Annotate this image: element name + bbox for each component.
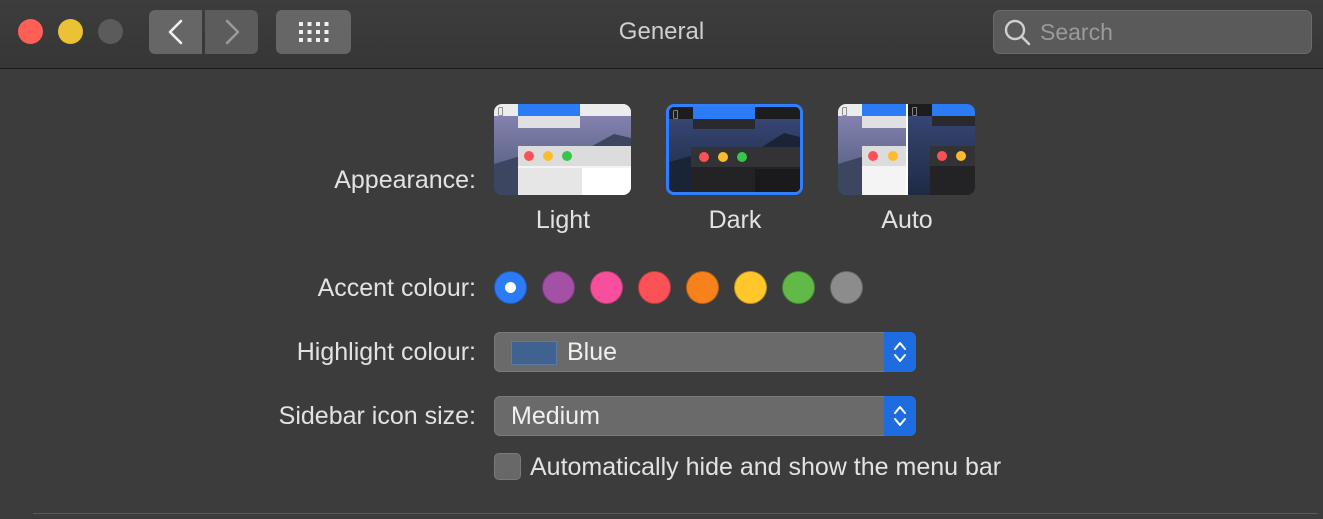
search-input[interactable] [1038, 17, 1302, 47]
sidebar-icon-size-popup[interactable]: Medium [494, 396, 916, 436]
search-field[interactable] [993, 10, 1312, 54]
accent-colour-red[interactable] [638, 271, 671, 304]
appearance-light-label: Light [535, 206, 591, 234]
svg-text::  [498, 107, 503, 117]
appearance-light-option[interactable]:  [494, 104, 631, 195]
accent-colour-graphite[interactable] [830, 271, 863, 304]
search-icon [1004, 19, 1031, 46]
accent-colour-purple[interactable] [542, 271, 575, 304]
dark-preview-image:  [669, 107, 800, 192]
selected-indicator [505, 282, 516, 293]
highlight-colour-value: Blue [567, 338, 618, 366]
appearance-label: Appearance: [334, 166, 476, 194]
light-preview-image:  [494, 104, 631, 195]
highlight-colour-stepper[interactable] [884, 332, 916, 372]
highlight-colour-popup[interactable]: Blue [494, 332, 916, 372]
accent-colour-pink[interactable] [590, 271, 623, 304]
svg-text::  [912, 107, 917, 117]
highlight-colour-swatch [511, 341, 557, 365]
highlight-colour-label: Highlight colour: [296, 338, 476, 366]
sidebar-icon-size-stepper[interactable] [884, 396, 916, 436]
svg-text::  [673, 110, 678, 120]
appearance-dark-label: Dark [708, 206, 762, 234]
section-divider [33, 513, 1318, 514]
accent-colour-orange[interactable] [686, 271, 719, 304]
appearance-auto-option[interactable]:   [838, 104, 975, 195]
accent-colour-yellow[interactable] [734, 271, 767, 304]
appearance-dark-option[interactable]:  [666, 104, 803, 195]
auto-hide-menu-bar-checkbox[interactable] [494, 453, 521, 480]
auto-preview-image:   [838, 104, 975, 195]
svg-text::  [842, 107, 847, 117]
up-down-chevron-icon [894, 406, 906, 426]
appearance-auto-label: Auto [881, 206, 933, 234]
title-bar: General [0, 0, 1323, 69]
up-down-chevron-icon [894, 342, 906, 362]
accent-colour-label: Accent colour: [317, 274, 476, 302]
accent-colour-blue[interactable] [494, 271, 527, 304]
accent-colour-green[interactable] [782, 271, 815, 304]
sidebar-icon-size-label: Sidebar icon size: [278, 402, 476, 430]
sidebar-icon-size-value: Medium [511, 402, 600, 430]
auto-hide-menu-bar-label[interactable]: Automatically hide and show the menu bar [530, 453, 1001, 482]
